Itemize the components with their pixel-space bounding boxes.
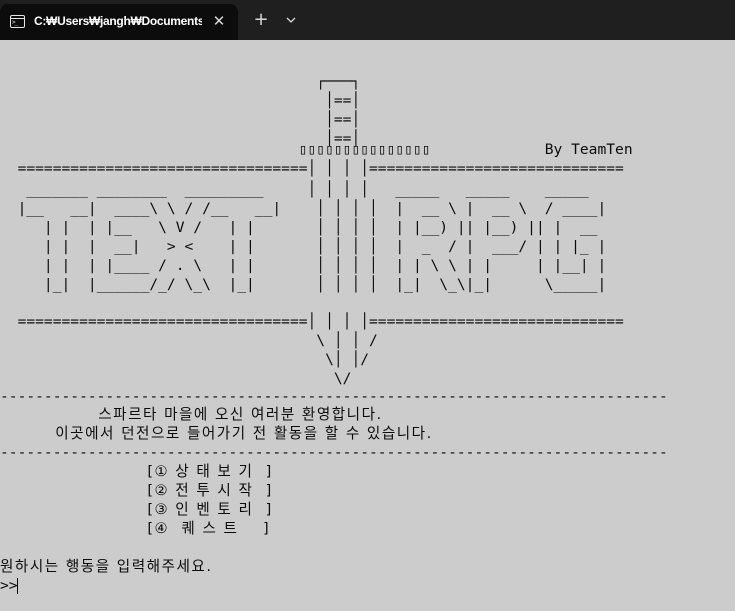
ascii-crossguard-byline: ▯▯▯▯▯▯▯▯▯▯▯▯▯▯▯ By TeamTen	[0, 141, 633, 158]
chevron-down-icon[interactable]	[282, 11, 300, 29]
terminal-tab[interactable]: >_ C:₩Users₩jangh₩Documents₩ ✕	[0, 4, 238, 40]
ascii-sword-grip-line: │==│	[0, 111, 361, 128]
ascii-logo-line: | | | |____ / . \ | | │ │ │ │ | | \ \ | …	[0, 257, 607, 274]
ascii-border-line: =================================│ │ │ │…	[0, 313, 624, 330]
ascii-sword-tip-line: \│ │/	[0, 351, 370, 368]
terminal-output[interactable]: ┌───┐ │==│ │==│ │==│ ▯▯▯▯▯▯▯▯▯▯▯▯▯▯▯ By …	[0, 40, 735, 611]
close-tab-icon[interactable]: ✕	[210, 12, 228, 30]
ascii-logo-line: |_| |______/_/ \_\ |_| │ │ │ │ |_| \_\|_…	[0, 276, 607, 293]
menu-option-battle: [② 전 투 시 작 ]	[0, 482, 273, 499]
input-prompt[interactable]: >>	[0, 576, 18, 595]
welcome-message: 스파르타 마을에 오신 여러분 환영합니다.	[0, 406, 383, 423]
text-cursor	[17, 578, 18, 594]
new-tab-button[interactable]: +	[250, 10, 272, 32]
terminal-window: >_ C:₩Users₩jangh₩Documents₩ ✕ + ┌───┐ │…	[0, 0, 735, 611]
ascii-sword-hilt-line: ┌───┐	[0, 73, 361, 90]
ascii-sword-tip-line: \ │ │ /	[0, 332, 378, 349]
ascii-sword-tip-line: \/	[0, 370, 352, 387]
terminal-icon: >_	[10, 15, 25, 28]
ascii-sword-grip-line: │==│	[0, 92, 361, 109]
ascii-logo-line: |__ __| ____\ \ / /__ __| │ │ │ │ | __ \…	[0, 200, 607, 217]
ascii-border-line: =================================│ │ │ │…	[0, 160, 624, 177]
tab-title: C:₩Users₩jangh₩Documents₩	[34, 14, 202, 28]
ascii-logo-line: | | | __| > < | | │ │ │ │ | _ / | ___/ |…	[0, 238, 607, 255]
welcome-subtitle: 이곳에서 던전으로 들어가기 전 활동을 할 수 있습니다.	[0, 425, 433, 442]
divider-line: ----------------------------------------…	[0, 444, 668, 461]
input-instruction: 원하시는 행동을 입력해주세요.	[0, 558, 213, 575]
ascii-logo-line: _______ ________ _________ │ │ │ │ _____…	[0, 181, 589, 198]
ascii-logo-line: | | | |__ \ V / | | │ │ │ │ | |__) || |_…	[0, 219, 598, 236]
menu-option-status: [① 상 태 보 기 ]	[0, 463, 273, 480]
terminal-icon-prompt: >_	[12, 19, 18, 26]
menu-option-inventory: [③ 인 벤 토 리 ]	[0, 501, 273, 518]
divider-line: ----------------------------------------…	[0, 388, 668, 405]
menu-option-quest: [④ 퀘 스 트 ]	[0, 520, 271, 537]
title-bar: >_ C:₩Users₩jangh₩Documents₩ ✕ +	[0, 0, 735, 40]
